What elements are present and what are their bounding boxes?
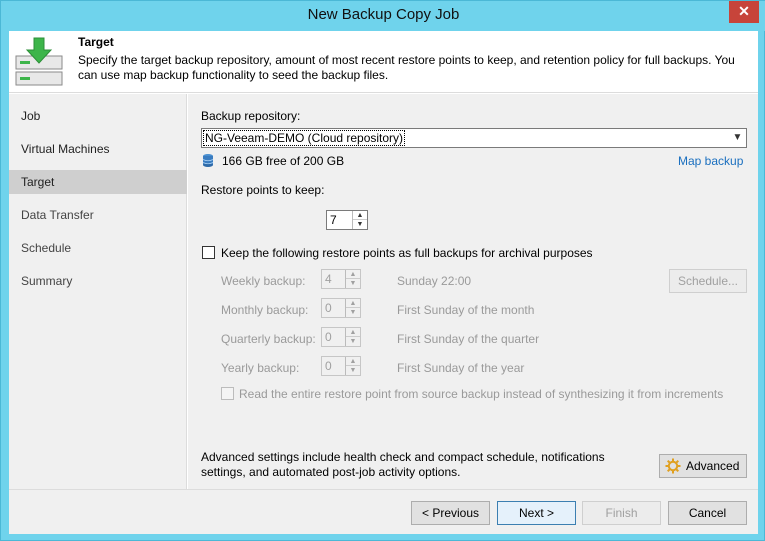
title-bar[interactable]: New Backup Copy Job ✕ [1,1,765,31]
weekly-schedule-text: Sunday 22:00 [397,274,472,288]
chevron-down-icon[interactable]: ▼ [346,337,360,346]
nav-item-virtual-machines[interactable]: Virtual Machines [9,137,187,161]
repository-label: Backup repository: [201,109,301,123]
chevron-up-icon[interactable]: ▲ [346,328,360,337]
chevron-up-icon[interactable]: ▲ [346,299,360,308]
close-button[interactable]: ✕ [729,1,759,23]
chevron-up-icon[interactable]: ▲ [353,211,367,220]
monthly-schedule-text: First Sunday of the month [397,303,535,317]
quarterly-label: Quarterly backup: [221,332,316,346]
target-panel: Backup repository: NG-Veeam-DEMO (Cloud … [188,94,758,489]
nav-item-summary[interactable]: Summary [9,269,187,293]
nav-item-data-transfer[interactable]: Data Transfer [9,203,187,227]
restore-points-stepper[interactable]: 7 ▲ ▼ [326,210,368,230]
weekly-stepper[interactable]: 4 ▲ ▼ [321,269,361,289]
quarterly-stepper[interactable]: 0 ▲ ▼ [321,327,361,347]
close-icon: ✕ [738,3,750,19]
wizard-footer: < Previous Next > Finish Cancel [9,489,758,534]
stepper-buttons: ▲ ▼ [345,299,360,317]
yearly-value: 0 [325,359,332,373]
dialog-client: Target Specify the target backup reposit… [9,31,758,534]
advanced-description: Advanced settings include health check a… [201,450,605,479]
map-backup-link[interactable]: Map backup [678,154,743,168]
nav-item-target[interactable]: Target [9,170,187,194]
previous-button[interactable]: < Previous [411,501,490,525]
wizard-steps: Job Virtual Machines Target Data Transfe… [9,94,187,489]
advanced-button[interactable]: Advanced [659,454,747,478]
read-entire-label: Read the entire restore point from sourc… [239,387,724,401]
chevron-up-icon[interactable]: ▲ [346,270,360,279]
quarterly-value: 0 [325,330,332,344]
chevron-down-icon[interactable]: ▼ [346,366,360,375]
archival-checkbox-label[interactable]: Keep the following restore points as ful… [221,246,593,260]
schedule-button[interactable]: Schedule... [669,269,747,293]
chevron-down-icon[interactable]: ▼ [346,308,360,317]
nav-item-schedule[interactable]: Schedule [9,236,187,260]
repository-select[interactable]: NG-Veeam-DEMO (Cloud repository) ▼ [201,128,747,148]
yearly-label: Yearly backup: [221,361,300,375]
stepper-buttons: ▲ ▼ [345,357,360,375]
yearly-schedule-text: First Sunday of the year [397,361,525,375]
archival-checkbox[interactable] [202,246,215,259]
free-space-text: 166 GB free of 200 GB [222,154,345,168]
read-entire-checkbox[interactable] [221,387,234,400]
chevron-up-icon[interactable]: ▲ [346,357,360,366]
dialog-window: New Backup Copy Job ✕ Target Specify the… [0,0,765,541]
nav-item-job[interactable]: Job [9,104,187,128]
gear-icon [665,458,681,474]
repository-value: NG-Veeam-DEMO (Cloud repository) [202,130,406,146]
database-icon [202,154,214,167]
weekly-label: Weekly backup: [221,274,306,288]
wizard-header: Target Specify the target backup reposit… [9,31,758,93]
window-title: New Backup Copy Job [307,6,460,23]
stepper-buttons: ▲ ▼ [345,270,360,288]
page-title: Target [78,35,114,49]
chevron-down-icon[interactable]: ▼ [353,220,367,229]
next-button[interactable]: Next > [497,501,576,525]
download-target-icon [15,37,63,86]
yearly-stepper[interactable]: 0 ▲ ▼ [321,356,361,376]
chevron-down-icon[interactable]: ▼ [729,129,746,147]
chevron-down-icon[interactable]: ▼ [346,279,360,288]
stepper-buttons: ▲ ▼ [345,328,360,346]
stepper-buttons: ▲ ▼ [352,211,367,229]
quarterly-schedule-text: First Sunday of the quarter [397,332,540,346]
page-description: Specify the target backup repository, am… [78,53,735,82]
monthly-value: 0 [325,301,332,315]
cancel-button[interactable]: Cancel [668,501,747,525]
advanced-button-label: Advanced [686,459,740,473]
restore-points-value: 7 [330,213,337,227]
restore-points-label: Restore points to keep: [201,183,325,197]
weekly-value: 4 [325,272,332,286]
finish-button[interactable]: Finish [582,501,661,525]
monthly-label: Monthly backup: [221,303,309,317]
monthly-stepper[interactable]: 0 ▲ ▼ [321,298,361,318]
